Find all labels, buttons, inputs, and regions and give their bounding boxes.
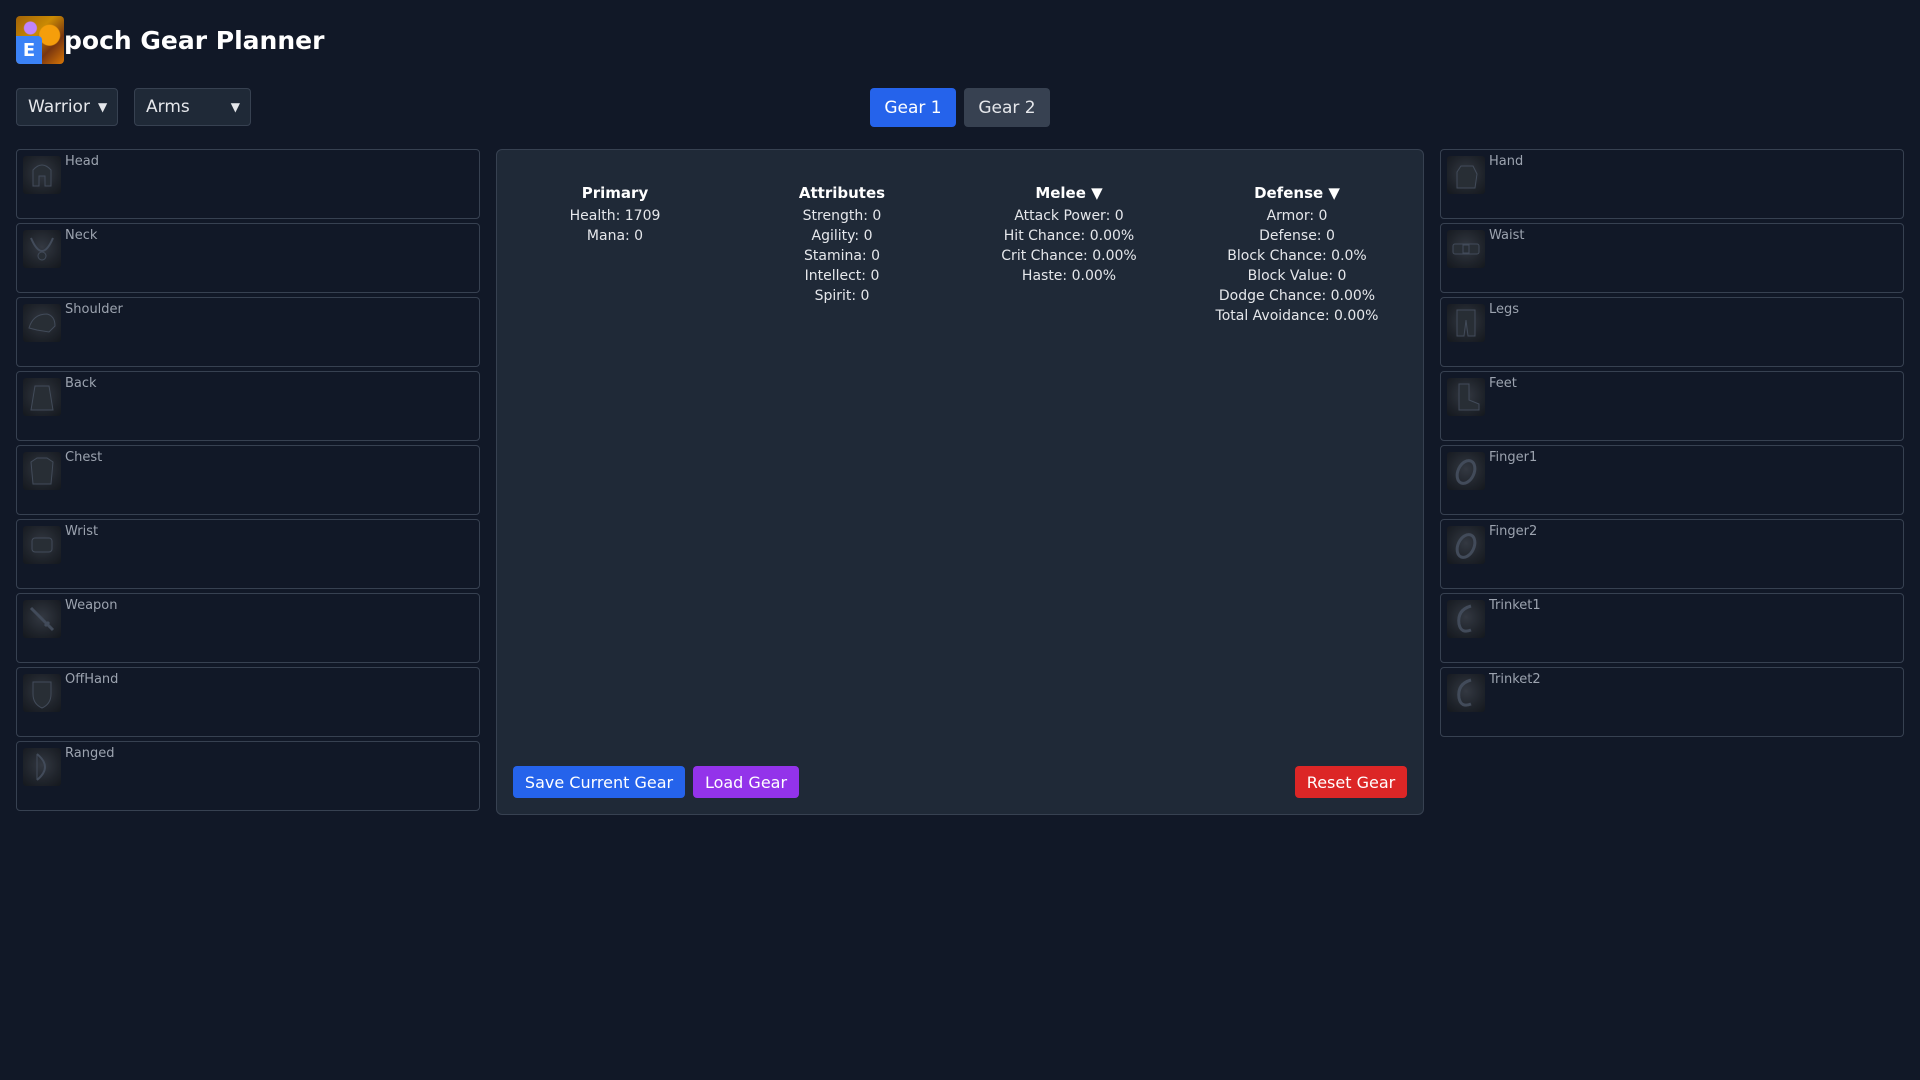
tab-gear-2[interactable]: Gear 2 <box>964 88 1050 127</box>
stat-strength: Strength: 0 <box>802 208 882 224</box>
slot-label: Legs <box>1489 302 1520 317</box>
slot-label: Finger1 <box>1489 450 1538 465</box>
stat-armor: Armor: 0 <box>1266 208 1328 224</box>
slot-trinket2[interactable]: Trinket2 <box>1440 667 1904 737</box>
slot-offhand[interactable]: OffHand <box>16 667 480 737</box>
leggings-icon <box>1447 304 1485 342</box>
shield-icon <box>23 674 61 712</box>
class-select[interactable]: Warrior ▼ <box>16 88 118 126</box>
slot-label: Trinket1 <box>1489 598 1541 613</box>
slot-finger1[interactable]: Finger1 <box>1440 445 1904 515</box>
logo-letter: E <box>16 36 42 64</box>
slot-neck[interactable]: Neck <box>16 223 480 293</box>
slot-label: Feet <box>1489 376 1517 391</box>
stat-mana: Mana: 0 <box>586 228 644 244</box>
slot-label: Weapon <box>65 598 118 613</box>
necklace-icon <box>23 230 61 268</box>
slot-chest[interactable]: Chest <box>16 445 480 515</box>
slot-label: Neck <box>65 228 98 243</box>
slot-label: Waist <box>1489 228 1525 243</box>
stat-hit-chance: Hit Chance: 0.00% <box>1003 228 1135 244</box>
slot-head[interactable]: Head <box>16 149 480 219</box>
save-gear-button[interactable]: Save Current Gear <box>513 766 685 798</box>
slot-waist[interactable]: Waist <box>1440 223 1904 293</box>
melee-heading-toggle[interactable]: Melee ▼ <box>959 184 1179 202</box>
app-logo: E <box>16 16 64 64</box>
slot-label: Back <box>65 376 97 391</box>
app-header: E poch Gear Planner <box>16 16 324 64</box>
stat-agility: Agility: 0 <box>811 228 873 244</box>
belt-icon <box>1447 230 1485 268</box>
slot-feet[interactable]: Feet <box>1440 371 1904 441</box>
chevron-down-icon: ▼ <box>230 100 240 114</box>
spec-select[interactable]: Arms ▼ <box>134 88 251 126</box>
slot-label: Finger2 <box>1489 524 1538 539</box>
slot-wrist[interactable]: Wrist <box>16 519 480 589</box>
primary-heading: Primary <box>581 184 649 202</box>
slot-label: Trinket2 <box>1489 672 1541 687</box>
slot-legs[interactable]: Legs <box>1440 297 1904 367</box>
ring-icon <box>1447 452 1485 490</box>
defense-stats: Defense ▼ Armor: 0 Defense: 0 Block Chan… <box>1187 184 1407 326</box>
stats-panel: Primary Health: 1709 Mana: 0 Attributes … <box>496 149 1424 815</box>
gauntlet-icon <box>1447 156 1485 194</box>
stat-crit-chance: Crit Chance: 0.00% <box>1001 248 1137 264</box>
stat-attack-power: Attack Power: 0 <box>1014 208 1124 224</box>
slot-label: Head <box>65 154 99 169</box>
slot-ranged[interactable]: Ranged <box>16 741 480 811</box>
chest-armor-icon <box>23 452 61 490</box>
app-title: poch Gear Planner <box>64 25 325 55</box>
slot-shoulder[interactable]: Shoulder <box>16 297 480 367</box>
stat-health: Health: 1709 <box>569 208 661 224</box>
cloak-icon <box>23 378 61 416</box>
reset-gear-button[interactable]: Reset Gear <box>1295 766 1407 798</box>
spec-select-value: Arms <box>146 97 190 117</box>
load-gear-button[interactable]: Load Gear <box>693 766 799 798</box>
attributes-heading: Attributes <box>798 184 886 202</box>
bracer-icon <box>23 526 61 564</box>
stat-spirit: Spirit: 0 <box>814 288 870 304</box>
slot-finger2[interactable]: Finger2 <box>1440 519 1904 589</box>
slot-label: Wrist <box>65 524 99 539</box>
slot-back[interactable]: Back <box>16 371 480 441</box>
defense-heading-toggle[interactable]: Defense ▼ <box>1187 184 1407 202</box>
class-select-value: Warrior <box>28 97 90 117</box>
stat-block-chance: Block Chance: 0.0% <box>1227 248 1367 264</box>
trinket-icon <box>1447 674 1485 712</box>
sword-icon <box>23 600 61 638</box>
stat-dodge-chance: Dodge Chance: 0.00% <box>1218 288 1376 304</box>
slot-label: Hand <box>1489 154 1524 169</box>
slot-trinket1[interactable]: Trinket1 <box>1440 593 1904 663</box>
ring-icon <box>1447 526 1485 564</box>
chevron-down-icon: ▼ <box>97 100 108 114</box>
slot-weapon[interactable]: Weapon <box>16 593 480 663</box>
trinket-icon <box>1447 600 1485 638</box>
stat-defense: Defense: 0 <box>1259 228 1335 244</box>
shoulder-icon <box>23 304 61 342</box>
melee-stats: Melee ▼ Attack Power: 0 Hit Chance: 0.00… <box>959 184 1179 286</box>
stat-total-avoidance: Total Avoidance: 0.00% <box>1215 308 1379 324</box>
slot-label: Ranged <box>65 746 115 761</box>
stat-haste: Haste: 0.00% <box>1021 268 1117 284</box>
bow-icon <box>23 748 61 786</box>
primary-stats: Primary Health: 1709 Mana: 0 <box>505 184 725 246</box>
attribute-stats: Attributes Strength: 0 Agility: 0 Stamin… <box>732 184 952 306</box>
helmet-icon <box>23 156 61 194</box>
stat-stamina: Stamina: 0 <box>803 248 880 264</box>
slot-label: Shoulder <box>65 302 123 317</box>
stat-intellect: Intellect: 0 <box>804 268 880 284</box>
boots-icon <box>1447 378 1485 416</box>
slot-label: OffHand <box>65 672 119 687</box>
stat-block-value: Block Value: 0 <box>1247 268 1347 284</box>
slot-hand[interactable]: Hand <box>1440 149 1904 219</box>
slot-label: Chest <box>65 450 103 465</box>
tab-gear-1[interactable]: Gear 1 <box>870 88 956 127</box>
